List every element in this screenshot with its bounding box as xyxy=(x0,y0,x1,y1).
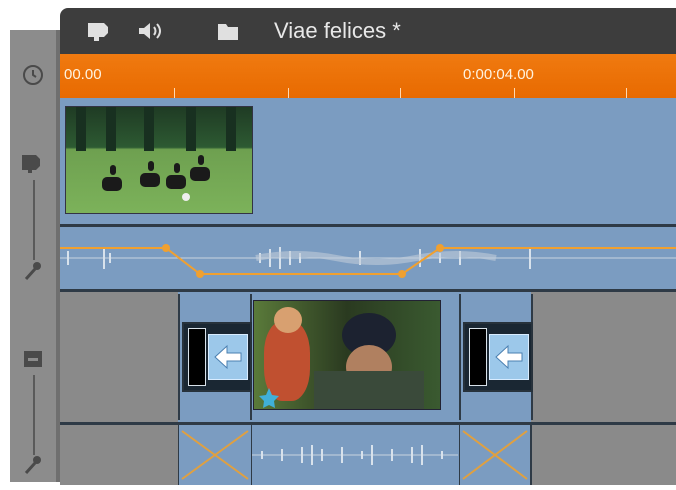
thumbnail-detail xyxy=(110,165,116,175)
folder-icon[interactable] xyxy=(216,20,240,47)
empty-track-area xyxy=(60,425,178,485)
title-track-icon[interactable] xyxy=(20,346,46,372)
arrow-left-icon xyxy=(208,334,248,380)
video-clip-thumbnail[interactable] xyxy=(65,106,253,214)
ruler-tick xyxy=(174,88,175,98)
ruler-start-label: 00.00 xyxy=(64,66,102,83)
audio-waveform xyxy=(252,445,458,465)
video-camera-icon[interactable] xyxy=(20,150,46,176)
thumbnail-detail xyxy=(186,107,196,151)
thumbnail-detail xyxy=(274,307,302,333)
thumbnail-detail xyxy=(182,193,190,201)
clock-icon[interactable] xyxy=(20,62,46,88)
track-header-gutter xyxy=(10,30,62,482)
empty-track-area xyxy=(60,292,178,422)
ruler-tick xyxy=(514,88,515,98)
transition-thumbnail[interactable] xyxy=(463,322,533,392)
video-clip-thumbnail[interactable] xyxy=(253,300,441,410)
thumbnail-detail xyxy=(198,155,204,165)
audio-crossfade xyxy=(178,425,252,485)
thumbnail-detail xyxy=(140,173,160,187)
transition-black-frame xyxy=(469,328,487,386)
transition-thumbnail[interactable] xyxy=(182,322,252,392)
thumbnail-detail xyxy=(174,163,180,173)
star-icon xyxy=(258,387,280,414)
audio-crossfade xyxy=(459,425,532,485)
empty-track-area xyxy=(531,292,676,422)
thumbnail-detail xyxy=(76,107,86,151)
gutter-connector xyxy=(33,180,35,260)
thumbnail-detail xyxy=(102,177,122,191)
gutter-connector xyxy=(33,375,35,455)
timeline-window: Viae felices * 00.00 0:00:04.00 xyxy=(0,0,676,490)
empty-track-area xyxy=(531,425,676,485)
thumbnail-detail xyxy=(148,161,154,171)
time-ruler[interactable]: 00.00 0:00:04.00 xyxy=(60,54,676,98)
speaker-icon[interactable] xyxy=(136,20,164,47)
thumbnail-detail xyxy=(226,107,236,151)
audio-track[interactable] xyxy=(60,227,676,289)
thumbnail-detail xyxy=(144,107,154,151)
ruler-tick xyxy=(288,88,289,98)
microphone-icon[interactable] xyxy=(20,258,46,284)
ruler-tick xyxy=(626,88,627,98)
ruler-time-label: 0:00:04.00 xyxy=(463,66,534,83)
timeline-title-bar: Viae felices * xyxy=(60,8,676,54)
thumbnail-detail xyxy=(106,107,116,151)
transition-clip[interactable] xyxy=(459,294,533,420)
project-title: Viae felices * xyxy=(274,18,401,43)
video-camera-icon[interactable] xyxy=(86,20,114,47)
thumbnail-detail xyxy=(314,371,424,409)
thumbnail-detail xyxy=(190,167,210,181)
transition-clip[interactable] xyxy=(178,294,252,420)
audio-waveform xyxy=(60,244,676,278)
transition-black-frame xyxy=(188,328,206,386)
arrow-left-icon xyxy=(489,334,529,380)
ruler-tick xyxy=(400,88,401,98)
thumbnail-detail xyxy=(166,175,186,189)
microphone-icon[interactable] xyxy=(20,452,46,478)
